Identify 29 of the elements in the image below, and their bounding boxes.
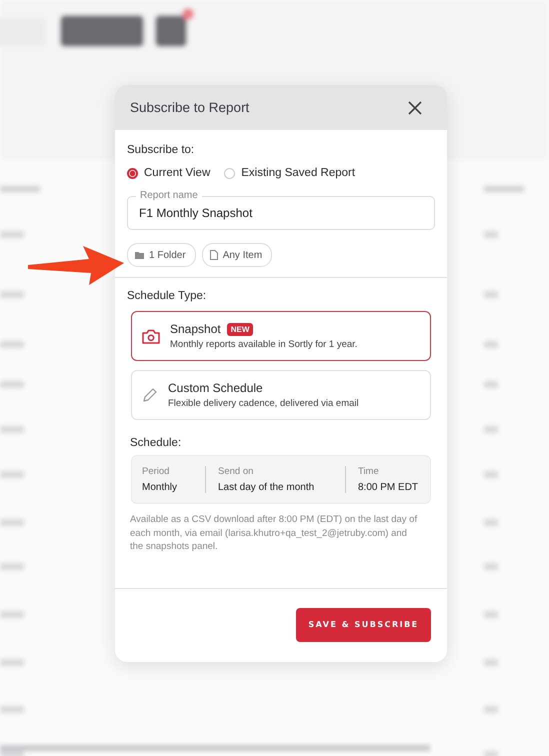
- schedule-type-title: Custom Schedule: [168, 381, 263, 395]
- schedule-field-value: Last day of the month: [218, 482, 316, 493]
- section-label: Schedule:: [130, 437, 182, 449]
- dialog-title: Subscribe to Report: [130, 100, 250, 115]
- schedule-type-description: Monthly reports available in Sortly for 1 year.: [170, 339, 358, 350]
- filter-chip[interactable]: 1 Folder: [127, 243, 196, 267]
- schedule-field-label: Time: [358, 466, 380, 477]
- schedule-field-value: Monthly: [142, 482, 178, 493]
- schedule-field-label: Period: [142, 466, 170, 477]
- schedule-type-card[interactable]: Snapshot NEW Monthly reports available in Sortly for 1 year.: [131, 311, 431, 361]
- schedule-type-description: Flexible delivery cadence, delivered via email: [168, 398, 359, 409]
- schedule-field-label: Send on: [218, 466, 254, 477]
- filter-chip[interactable]: Any Item: [202, 243, 272, 267]
- folder-icon: [135, 251, 144, 259]
- pencil-icon: [142, 387, 158, 403]
- new-badge: NEW: [226, 322, 254, 336]
- schedule-type-title: Snapshot: [170, 322, 221, 336]
- radio-option[interactable]: Current View: [127, 167, 210, 179]
- close-icon[interactable]: [407, 100, 423, 116]
- note-text: Available as a CSV download after 8:00 PM (EDT) on the last day of each month, via email (larisa.khutro+qa_test_2@jetruby.com) and the snapshots panel.: [130, 513, 418, 554]
- document-icon: [210, 250, 218, 260]
- radio-option[interactable]: Existing Saved Report: [224, 167, 356, 179]
- save-subscribe-button[interactable]: SAVE & SUBSCRIBE: [296, 608, 431, 642]
- camera-icon: [142, 328, 160, 344]
- section-label: Schedule Type:: [127, 290, 208, 302]
- radio-icon[interactable]: [127, 168, 138, 178]
- schedule-field-value: 8:00 PM EDT: [358, 482, 418, 493]
- section-label: Subscribe to:: [127, 144, 196, 156]
- schedule-type-card[interactable]: Custom Schedule Flexible delivery cadence, delivered via email: [131, 370, 431, 420]
